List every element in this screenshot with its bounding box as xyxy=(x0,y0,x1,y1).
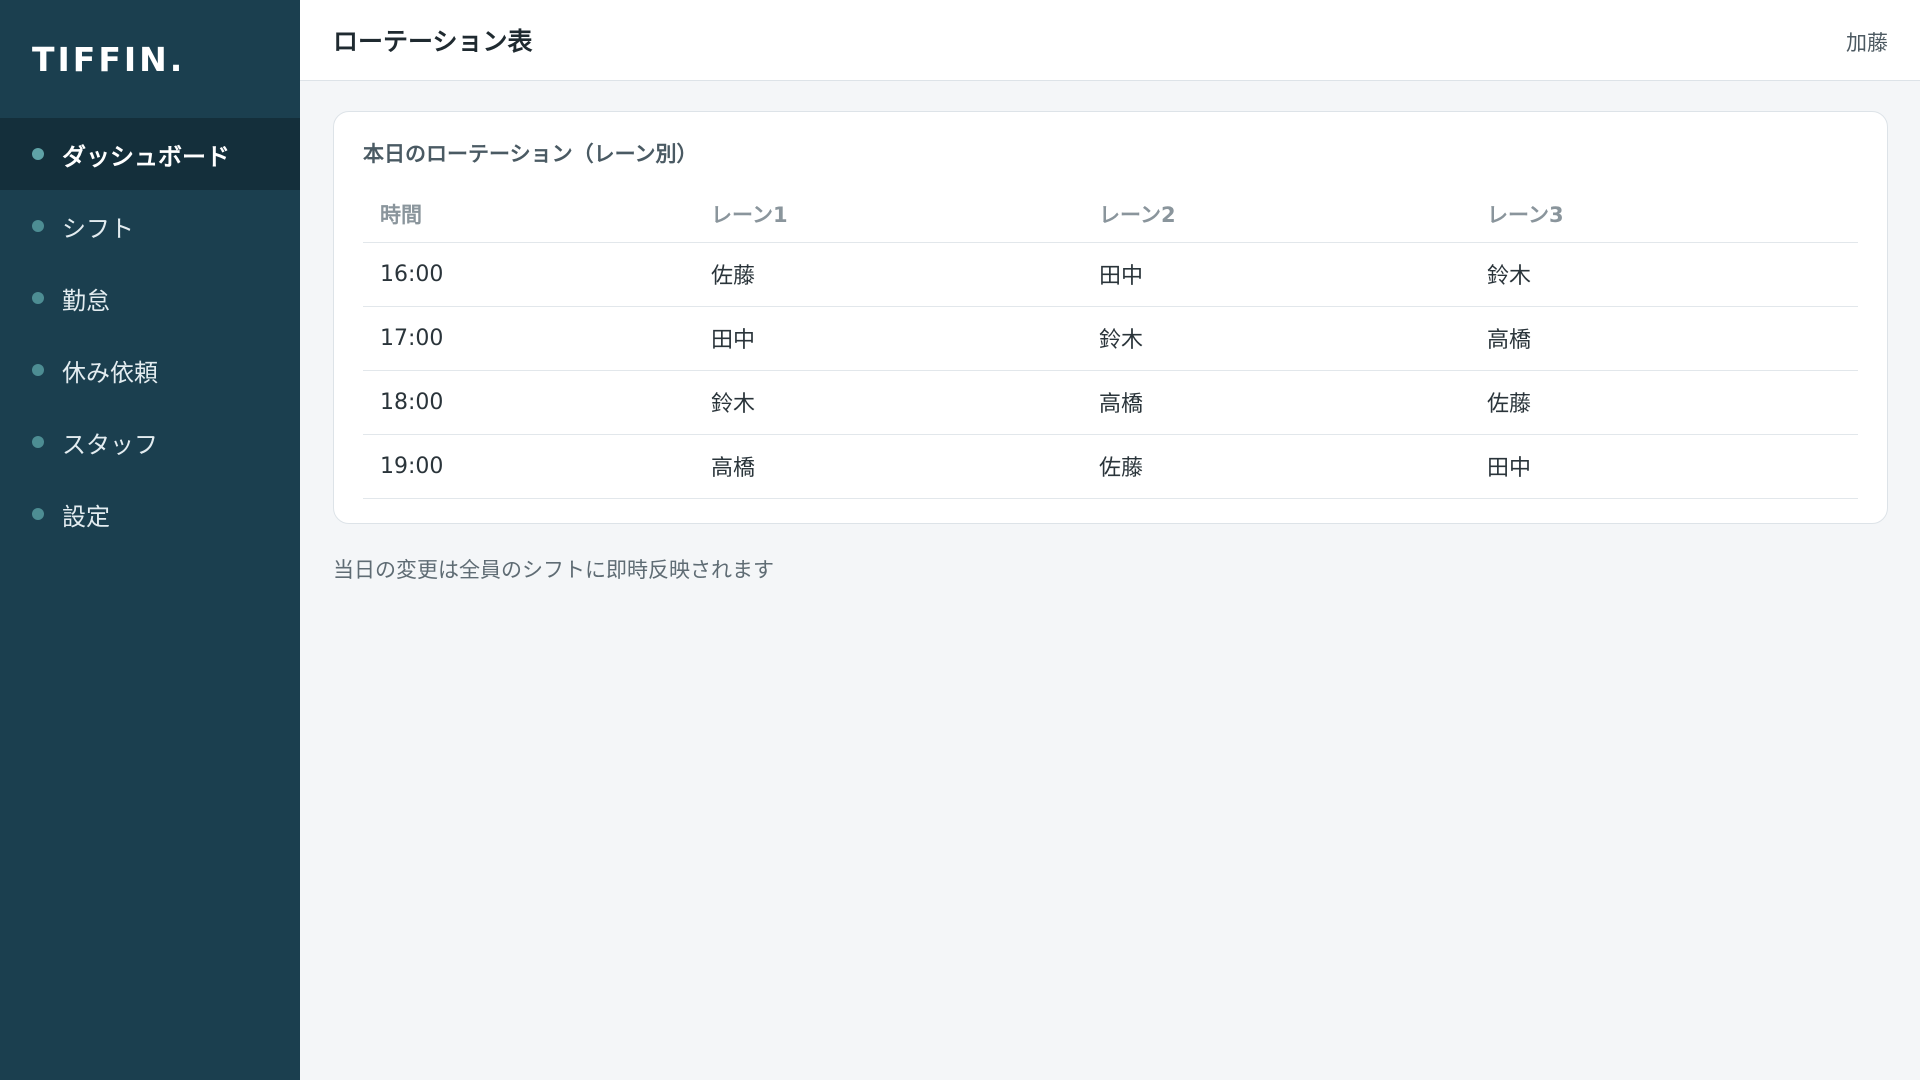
sidebar-item-leave-request[interactable]: 休み依頼 xyxy=(0,334,300,406)
sidebar-item-shift[interactable]: シフト xyxy=(0,190,300,262)
bullet-icon xyxy=(32,436,44,448)
sidebar-item-staff[interactable]: スタッフ xyxy=(0,406,300,478)
main-area: ローテーション表 加藤 本日のローテーション（レーン別） 時間 レーン1 レーン… xyxy=(300,0,1920,1080)
bullet-icon xyxy=(32,508,44,520)
column-header-time: 時間 xyxy=(363,186,694,243)
cell-time: 16:00 xyxy=(363,242,694,307)
sidebar-item-label: 勤怠 xyxy=(62,286,110,315)
page-title: ローテーション表 xyxy=(333,27,533,56)
cell-time: 18:00 xyxy=(363,370,694,435)
cell-lane2: 田中 xyxy=(1082,242,1470,307)
sidebar-item-label: シフト xyxy=(62,214,134,243)
table-header-row: 時間 レーン1 レーン2 レーン3 xyxy=(363,186,1858,243)
column-header-lane1: レーン1 xyxy=(694,186,1082,243)
cell-lane1: 高橋 xyxy=(694,434,1082,499)
table-row: 19:00 高橋 佐藤 田中 xyxy=(363,434,1858,499)
bullet-icon xyxy=(32,292,44,304)
cell-lane1: 佐藤 xyxy=(694,242,1082,307)
cell-time: 19:00 xyxy=(363,434,694,499)
cell-lane1: 鈴木 xyxy=(694,370,1082,435)
table-row: 16:00 佐藤 田中 鈴木 xyxy=(363,242,1858,307)
sidebar-item-label: ダッシュボード xyxy=(62,142,230,171)
sidebar-item-label: 休み依頼 xyxy=(62,358,158,387)
sidebar-item-dashboard[interactable]: ダッシュボード xyxy=(0,118,300,190)
brand-logo[interactable]: TIFFIN. xyxy=(0,0,300,118)
cell-lane3: 高橋 xyxy=(1470,306,1858,371)
sidebar: TIFFIN. ダッシュボード シフト 勤怠 休み依頼 スタッフ 設定 xyxy=(0,0,300,1080)
sidebar-item-attendance[interactable]: 勤怠 xyxy=(0,262,300,334)
info-note: 当日の変更は全員のシフトに即時反映されます xyxy=(333,557,774,582)
cell-lane3: 田中 xyxy=(1470,434,1858,499)
sidebar-item-settings[interactable]: 設定 xyxy=(0,478,300,550)
card-title: 本日のローテーション（レーン別） xyxy=(363,142,698,166)
table-row: 18:00 鈴木 高橋 佐藤 xyxy=(363,370,1858,435)
sidebar-nav: ダッシュボード シフト 勤怠 休み依頼 スタッフ 設定 xyxy=(0,118,300,550)
top-header: ローテーション表 加藤 xyxy=(300,0,1920,81)
column-header-lane3: レーン3 xyxy=(1470,186,1858,243)
bullet-icon xyxy=(32,148,44,160)
cell-lane3: 鈴木 xyxy=(1470,242,1858,307)
cell-lane3: 佐藤 xyxy=(1470,370,1858,435)
sidebar-item-label: 設定 xyxy=(62,502,110,531)
app-root: TIFFIN. ダッシュボード シフト 勤怠 休み依頼 スタッフ 設定 ローテー… xyxy=(0,0,1920,1080)
cell-lane2: 鈴木 xyxy=(1082,306,1470,371)
cell-lane2: 高橋 xyxy=(1082,370,1470,435)
bullet-icon xyxy=(32,220,44,232)
cell-lane1: 田中 xyxy=(694,306,1082,371)
rotation-table: 時間 レーン1 レーン2 レーン3 16:00 佐藤 田中 鈴木 17:00 田… xyxy=(363,186,1858,499)
rotation-card: 本日のローテーション（レーン別） 時間 レーン1 レーン2 レーン3 16:00… xyxy=(333,111,1888,524)
cell-lane2: 佐藤 xyxy=(1082,434,1470,499)
column-header-lane2: レーン2 xyxy=(1082,186,1470,243)
table-row: 17:00 田中 鈴木 高橋 xyxy=(363,306,1858,371)
sidebar-item-label: スタッフ xyxy=(62,430,158,459)
user-name[interactable]: 加藤 xyxy=(1846,27,1888,57)
content: 本日のローテーション（レーン別） 時間 レーン1 レーン2 レーン3 16:00… xyxy=(300,81,1920,584)
bullet-icon xyxy=(32,364,44,376)
cell-time: 17:00 xyxy=(363,306,694,371)
